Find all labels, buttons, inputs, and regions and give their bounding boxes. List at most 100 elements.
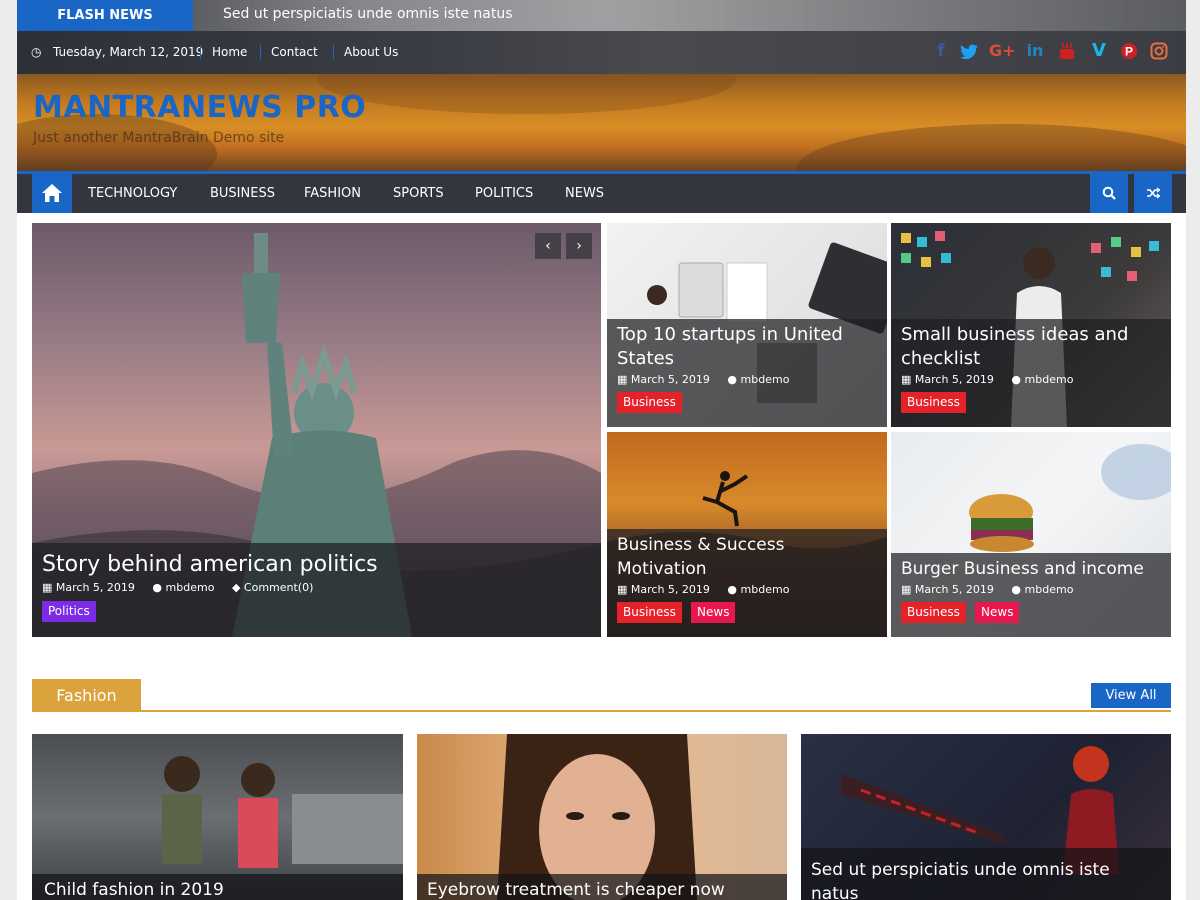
- card-overlay: Child fashion in 2019: [32, 874, 403, 900]
- main-navigation: TECHNOLOGY BUSINESS FASHION SPORTS POLIT…: [17, 171, 1186, 213]
- tag-news[interactable]: News: [691, 602, 736, 623]
- nav-item-politics[interactable]: POLITICS: [475, 174, 533, 213]
- calendar-icon: ▦: [901, 373, 912, 386]
- site-title[interactable]: MANTRANEWS PRO: [33, 90, 366, 125]
- card-title[interactable]: Child fashion in 2019: [44, 878, 391, 900]
- featured-main-overlay: Story behind american politics ▦ March 5…: [32, 543, 601, 637]
- search-button[interactable]: [1090, 174, 1128, 213]
- comment-icon: ◆: [231, 581, 241, 594]
- post-author[interactable]: mbdemo: [1025, 373, 1074, 386]
- flash-news-bar: FLASH NEWS Sed ut perspiciatis unde omni…: [17, 0, 1186, 31]
- card-overlay: Top 10 startups in United States ▦ March…: [607, 319, 887, 427]
- tag-business[interactable]: Business: [617, 602, 682, 623]
- featured-grid-card[interactable]: Top 10 startups in United States ▦ March…: [607, 223, 887, 427]
- nav-item-sports[interactable]: SPORTS: [393, 174, 444, 213]
- topbar-link-contact[interactable]: Contact: [271, 31, 318, 74]
- youtube-icon[interactable]: [1055, 39, 1079, 63]
- topbar-link-about[interactable]: About Us: [344, 31, 398, 74]
- tag-list: Business: [617, 391, 877, 413]
- section-title[interactable]: Fashion: [32, 679, 141, 712]
- card-overlay: Business & Success Motivation ▦ March 5,…: [607, 529, 887, 637]
- calendar-icon: ▦: [42, 581, 53, 594]
- card-title[interactable]: Business & Success Motivation: [617, 533, 877, 581]
- home-icon: [42, 184, 62, 202]
- divider: [200, 45, 201, 59]
- card-title[interactable]: Top 10 startups in United States: [617, 323, 877, 371]
- featured-main-card[interactable]: ‹ › Story behind american politics ▦ Mar…: [32, 223, 601, 637]
- user-icon: ●: [152, 581, 163, 594]
- card-title[interactable]: Eyebrow treatment is cheaper now: [427, 878, 777, 900]
- tag-list: Business News: [901, 601, 1161, 623]
- tag-business[interactable]: Business: [617, 392, 682, 413]
- card-title[interactable]: Small business ideas and checklist: [901, 323, 1161, 371]
- random-post-button[interactable]: [1134, 174, 1172, 213]
- shuffle-icon: [1147, 187, 1161, 199]
- featured-main-title[interactable]: Story behind american politics: [42, 551, 591, 579]
- post-date: March 5, 2019: [914, 583, 994, 596]
- tag-news[interactable]: News: [975, 602, 1020, 623]
- post-meta: ▦ March 5, 2019 ● mbdemo: [617, 373, 877, 386]
- post-author[interactable]: mbdemo: [741, 583, 790, 596]
- flash-news-headline[interactable]: Sed ut perspiciatis unde omnis iste natu…: [223, 0, 513, 31]
- calendar-icon: ▦: [901, 583, 912, 596]
- user-icon: ●: [727, 373, 738, 386]
- slider-next-button[interactable]: ›: [566, 233, 592, 259]
- home-button[interactable]: [32, 174, 72, 213]
- tag-business[interactable]: Business: [901, 602, 966, 623]
- instagram-icon[interactable]: [1147, 39, 1171, 63]
- card-title[interactable]: Sed ut perspiciatis unde omnis iste natu…: [811, 858, 1161, 900]
- post-author[interactable]: mbdemo: [1025, 583, 1074, 596]
- svg-text:P: P: [1125, 45, 1133, 59]
- tag-business[interactable]: Business: [901, 392, 966, 413]
- calendar-icon: ▦: [617, 373, 628, 386]
- card-overlay: Small business ideas and checklist ▦ Mar…: [891, 319, 1171, 427]
- view-all-button[interactable]: View All: [1091, 683, 1171, 708]
- nav-item-business[interactable]: BUSINESS: [210, 174, 275, 213]
- google-plus-icon[interactable]: G+: [989, 39, 1016, 63]
- tag-politics[interactable]: Politics: [42, 601, 96, 622]
- post-date: March 5, 2019: [630, 583, 710, 596]
- nav-item-technology[interactable]: TECHNOLOGY: [88, 174, 177, 213]
- post-date: March 5, 2019: [55, 581, 135, 594]
- fashion-post-card[interactable]: Sed ut perspiciatis unde omnis iste natu…: [801, 734, 1171, 900]
- card-overlay: Sed ut perspiciatis unde omnis iste natu…: [801, 848, 1171, 900]
- clock-icon: ◷: [31, 45, 42, 59]
- facebook-icon[interactable]: f: [929, 39, 953, 63]
- current-date: Tuesday, March 12, 2019: [53, 45, 204, 59]
- tag-list: Business: [901, 391, 1161, 413]
- twitter-icon[interactable]: [957, 39, 981, 63]
- post-comments[interactable]: Comment(0): [244, 581, 313, 594]
- user-icon: ●: [1011, 373, 1022, 386]
- nav-item-fashion[interactable]: FASHION: [304, 174, 361, 213]
- user-icon: ●: [727, 583, 738, 596]
- post-meta: ▦ March 5, 2019 ● mbdemo: [901, 583, 1161, 596]
- banner-cloud: [317, 74, 737, 114]
- topbar-link-home[interactable]: Home: [212, 31, 247, 74]
- post-author[interactable]: mbdemo: [741, 373, 790, 386]
- nav-item-news[interactable]: NEWS: [565, 174, 604, 213]
- flash-news-label: FLASH NEWS: [17, 0, 193, 31]
- slider-prev-button[interactable]: ‹: [535, 233, 561, 259]
- post-date: March 5, 2019: [630, 373, 710, 386]
- top-band: FLASH NEWS Sed ut perspiciatis unde omni…: [17, 0, 1186, 74]
- page: FLASH NEWS Sed ut perspiciatis unde omni…: [17, 0, 1186, 900]
- post-author[interactable]: mbdemo: [166, 581, 215, 594]
- fashion-section-header: Fashion View All: [32, 679, 1171, 712]
- fashion-post-card[interactable]: Child fashion in 2019: [32, 734, 403, 900]
- post-meta: ▦ March 5, 2019 ● mbdemo: [901, 373, 1161, 386]
- featured-grid-card[interactable]: Burger Business and income ▦ March 5, 20…: [891, 432, 1171, 637]
- fashion-post-card[interactable]: Eyebrow treatment is cheaper now: [417, 734, 787, 900]
- linkedin-icon[interactable]: in: [1023, 39, 1047, 63]
- card-title[interactable]: Burger Business and income: [901, 557, 1161, 581]
- header-banner: MANTRANEWS PRO Just another MantraBrain …: [17, 74, 1186, 171]
- tag-list: Politics: [42, 600, 591, 622]
- pinterest-icon[interactable]: P: [1117, 39, 1141, 63]
- vimeo-icon[interactable]: V: [1087, 39, 1111, 63]
- utility-bar: ◷ Tuesday, March 12, 2019 Home Contact A…: [17, 31, 1186, 74]
- post-date: March 5, 2019: [914, 373, 994, 386]
- featured-grid-card[interactable]: Small business ideas and checklist ▦ Mar…: [891, 223, 1171, 427]
- featured-grid-card[interactable]: Business & Success Motivation ▦ March 5,…: [607, 432, 887, 637]
- card-overlay: Eyebrow treatment is cheaper now: [417, 874, 787, 900]
- divider: [260, 45, 261, 59]
- banner-cloud: [797, 124, 1186, 171]
